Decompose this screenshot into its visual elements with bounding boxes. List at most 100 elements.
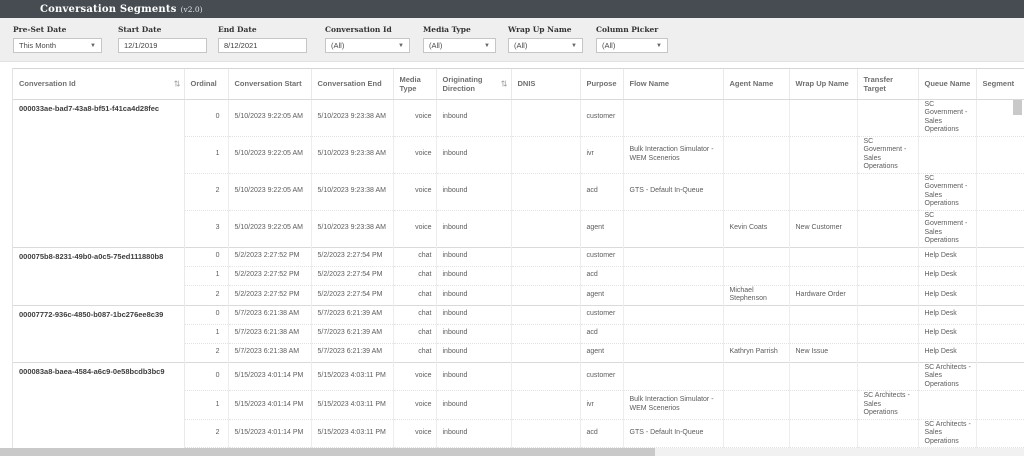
col-header-label: Ordinal: [190, 79, 217, 89]
col-header-label: Flow Name: [629, 79, 670, 89]
cell-dnis: [511, 265, 581, 285]
col-header-conversation-id[interactable]: Conversation Id ⇅: [13, 69, 185, 100]
table-header-row: Conversation Id ⇅ Ordinal Conversation Star…: [13, 69, 1024, 100]
cell-ordinal: 2: [184, 284, 229, 305]
cell-wrapup: [789, 361, 858, 391]
cell-transfer: [857, 304, 919, 324]
filter-media-type-select[interactable]: (All) ▼: [423, 38, 496, 53]
cell-purpose: acd: [580, 323, 624, 343]
cell-media: voice: [393, 390, 437, 419]
col-header-purpose: Purpose: [580, 69, 624, 100]
cell-start: 5/2/2023 2:27:52 PM: [228, 265, 312, 285]
horizontal-scrollbar[interactable]: [0, 448, 1024, 456]
col-header-agent: Agent Name: [723, 69, 790, 100]
cell-flow: [623, 323, 724, 343]
cell-ordinal: 2: [184, 342, 229, 362]
cell-start: 5/2/2023 2:27:52 PM: [228, 246, 312, 266]
cell-dnis: [511, 284, 581, 305]
cell-media: voice: [393, 418, 437, 448]
col-header-label: Wrap Up Name: [795, 79, 849, 89]
cell-agent: Kevin Coats: [723, 209, 790, 247]
cell-transfer: SC Government - Sales Operations: [857, 135, 919, 173]
cell-queue: Help Desk: [918, 342, 977, 362]
cell-purpose: customer: [580, 246, 624, 266]
cell-transfer: [857, 418, 919, 448]
cell-agent: [723, 98, 790, 136]
filter-end-date-input[interactable]: 8/12/2021: [218, 38, 307, 53]
cell-agent: [723, 418, 790, 448]
col-header-label: Purpose: [586, 79, 617, 89]
cell-transfer: [857, 172, 919, 210]
cell-flow: GTS - Default In-Queue: [623, 418, 724, 448]
cell-start: 5/15/2023 4:01:14 PM: [228, 390, 312, 419]
cell-start: 5/10/2023 9:22:05 AM: [228, 209, 312, 247]
vertical-scrollbar-thumb[interactable]: [1013, 100, 1022, 115]
filter-conversation-id-value: (All): [331, 41, 345, 50]
chevron-down-icon: ▼: [571, 42, 577, 49]
col-header-label: Transfer Target: [863, 74, 894, 93]
filter-pre-set-date-select[interactable]: This Month ▼: [13, 38, 102, 53]
col-header-direction[interactable]: Originating Direction ⇅: [436, 69, 512, 100]
table-row: 000033ae-bad7-43a8-bf51-f41ca4d28fec 0 5/1…: [13, 98, 1024, 247]
col-header-start: Conversation Start: [228, 69, 312, 100]
cell-queue: Help Desk: [918, 323, 977, 343]
col-header-media: Media Type: [393, 69, 437, 100]
cell-end: 5/2/2023 2:27:54 PM: [311, 284, 394, 305]
cell-start: 5/10/2023 9:22:05 AM: [228, 135, 312, 173]
filter-media-type-value: (All): [429, 41, 443, 50]
filter-group-wrap-up-name: Wrap Up Name (All) ▼: [508, 25, 583, 53]
filter-label-pre-set-date: Pre-Set Date: [13, 25, 67, 34]
filter-start-date-input[interactable]: 12/1/2019: [118, 38, 207, 53]
vertical-scrollbar[interactable]: [1011, 96, 1024, 440]
sort-icon[interactable]: ⇅: [174, 79, 181, 88]
filter-column-picker-select[interactable]: (All) ▼: [596, 38, 668, 53]
col-header-ordinal: Ordinal: [184, 69, 229, 100]
cell-transfer: [857, 342, 919, 362]
table-viewport: Conversation Id ⇅ Ordinal Conversation Star…: [12, 68, 1024, 448]
conversation-segments-table: Conversation Id ⇅ Ordinal Conversation Star…: [13, 69, 1024, 448]
chevron-down-icon: ▼: [90, 42, 96, 49]
cell-queue: [918, 390, 977, 419]
cell-dnis: [511, 342, 581, 362]
filter-conversation-id-select[interactable]: (All) ▼: [325, 38, 410, 53]
cell-end: 5/10/2023 9:23:38 AM: [311, 172, 394, 210]
sort-icon[interactable]: ⇅: [501, 79, 508, 88]
cell-ordinal: 1: [184, 390, 229, 419]
cell-purpose: acd: [580, 418, 624, 448]
cell-transfer: [857, 209, 919, 247]
cell-queue: Help Desk: [918, 265, 977, 285]
cell-wrapup: [789, 265, 858, 285]
cell-conversation-id: 000083a8-baea-4584-a6c9-0e58bcdb3bc9: [13, 361, 185, 448]
cell-agent: [723, 323, 790, 343]
cell-direction: inbound: [436, 172, 512, 210]
cell-agent: [723, 361, 790, 391]
cell-wrapup: [789, 323, 858, 343]
cell-ordinal: 0: [184, 98, 229, 136]
cell-ordinal: 1: [184, 323, 229, 343]
filter-wrap-up-name-select[interactable]: (All) ▼: [508, 38, 583, 53]
filter-label-conversation-id: Conversation Id: [325, 25, 392, 34]
cell-agent: [723, 390, 790, 419]
cell-start: 5/10/2023 9:22:05 AM: [228, 172, 312, 210]
cell-direction: inbound: [436, 361, 512, 391]
cell-queue: SC Government - Sales Operations: [918, 209, 977, 247]
cell-end: 5/7/2023 6:21:39 AM: [311, 304, 394, 324]
cell-dnis: [511, 418, 581, 448]
cell-end: 5/15/2023 4:03:11 PM: [311, 418, 394, 448]
filter-group-end-date: End Date 8/12/2021: [218, 25, 307, 53]
cell-purpose: acd: [580, 172, 624, 210]
cell-agent: Kathryn Parrish: [723, 342, 790, 362]
cell-wrapup: [789, 390, 858, 419]
cell-media: voice: [393, 361, 437, 391]
col-header-end: Conversation End: [311, 69, 394, 100]
cell-agent: [723, 265, 790, 285]
cell-queue: SC Architects - Sales Operations: [918, 361, 977, 391]
horizontal-scrollbar-thumb[interactable]: [0, 448, 655, 456]
cell-end: 5/7/2023 6:21:39 AM: [311, 342, 394, 362]
cell-direction: inbound: [436, 418, 512, 448]
filter-group-media-type: Media Type (All) ▼: [423, 25, 496, 53]
cell-flow: [623, 342, 724, 362]
cell-wrapup: [789, 418, 858, 448]
chevron-down-icon: ▼: [484, 42, 490, 49]
cell-transfer: [857, 246, 919, 266]
